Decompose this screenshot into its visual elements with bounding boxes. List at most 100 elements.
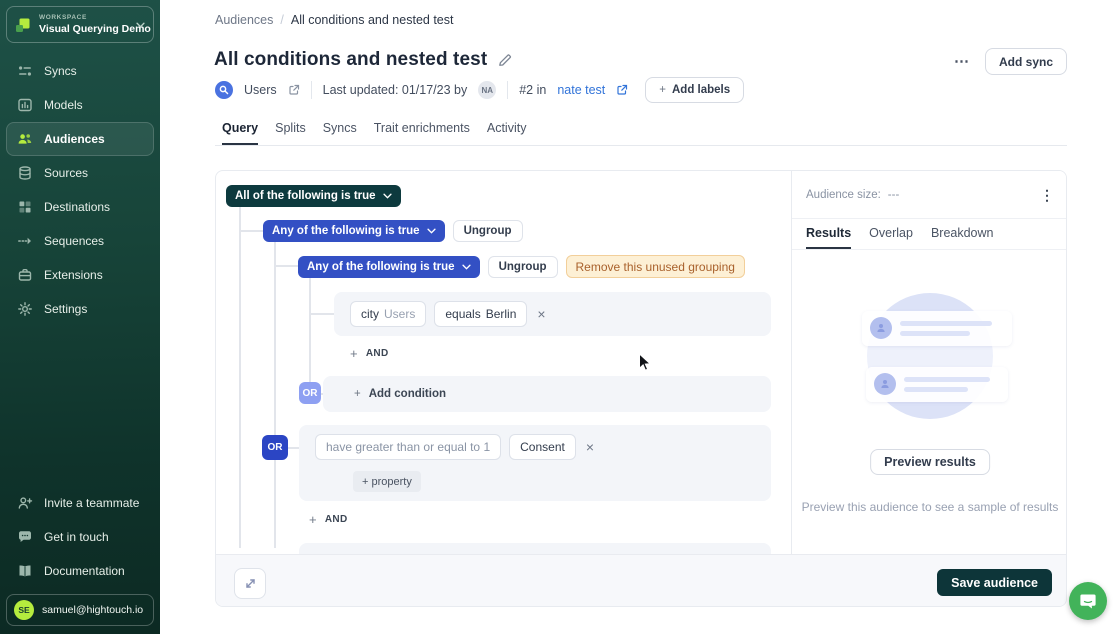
extensions-icon [16,267,33,283]
plus-icon: + [309,512,317,527]
add-property-button[interactable]: + property [353,471,421,492]
avatar: SE [14,600,34,620]
sources-icon [16,165,33,181]
preview-caption: Preview this audience to see a sample of… [792,500,1067,514]
sidebar-item-syncs[interactable]: Syncs [6,54,154,88]
add-sync-button[interactable]: Add sync [985,48,1067,75]
documentation-button[interactable]: Documentation [6,554,154,588]
workspace-label: WORKSPACE [39,14,128,21]
plus-icon: + [659,84,666,96]
chat-bubble-icon [1079,592,1097,610]
tree-line [287,447,299,449]
footer-item-label: Documentation [44,564,125,578]
models-icon [16,97,33,113]
footer-item-label: Get in touch [44,530,109,544]
tab-results[interactable]: Results [806,219,851,249]
group-operator-dropdown[interactable]: Any of the following is true [263,220,445,242]
sidebar-item-sources[interactable]: Sources [6,156,154,190]
get-in-touch-button[interactable]: Get in touch [6,520,154,554]
breadcrumb-audiences-link[interactable]: Audiences [215,13,273,27]
tree-line [274,265,298,267]
builder-footer-bar: Save audience [216,554,1066,607]
audience-size-value: --- [888,189,900,201]
nested-group-operator-dropdown[interactable]: Any of the following is true [298,256,480,278]
add-condition-panel[interactable]: + Add condition [323,376,771,412]
sidebar-footer: Invite a teammate Get in touch Documenta… [0,486,160,588]
tab-query[interactable]: Query [222,121,258,145]
tab-activity[interactable]: Activity [487,121,527,145]
model-name: Users [244,83,277,97]
chat-widget-button[interactable] [1069,582,1107,620]
tree-line [239,206,241,548]
sidebar-item-label: Destinations [44,200,110,214]
sidebar-item-destinations[interactable]: Destinations [6,190,154,224]
sidebar-item-sequences[interactable]: Sequences [6,224,154,258]
sidebar-item-extensions[interactable]: Extensions [6,258,154,292]
add-and-condition-button[interactable]: + AND [309,512,347,527]
condition-operator-placeholder-chip[interactable]: have greater than or equal to 1 [315,434,501,460]
model-query-icon [215,81,233,99]
person-icon [870,317,892,339]
edit-title-icon[interactable] [498,53,512,67]
flow-link[interactable]: nate test [557,83,605,97]
plus-icon: + [350,346,358,361]
condition-field-chip[interactable]: city Users [350,301,426,327]
remove-condition-icon[interactable]: × [584,439,596,455]
audience-meta: Users Last updated: 01/17/23 by NA #2 in… [215,79,744,101]
condition-event-chip[interactable]: Consent [509,434,576,460]
workspace-switcher[interactable]: WORKSPACE Visual Querying Demo [6,6,154,43]
audience-size-label: Audience size: [806,189,881,201]
external-link-icon[interactable] [288,84,300,96]
preview-results-button[interactable]: Preview results [870,449,990,475]
illustration-row [862,311,1012,346]
sidebar-item-audiences[interactable]: Audiences [6,122,154,156]
chevron-down-icon [462,264,471,270]
condition-panel: city Users equals Berlin × [334,292,771,336]
panel-options-button[interactable]: ⋮ [1040,188,1054,202]
illustration-band [866,346,1008,368]
person-plus-icon [16,495,33,511]
sidebar-item-label: Settings [44,302,87,316]
chat-icon [16,529,33,545]
person-icon [874,373,896,395]
remove-unused-grouping-button[interactable]: Remove this unused grouping [566,255,745,278]
add-and-condition-button[interactable]: + AND [350,346,388,361]
results-tabs: Results Overlap Breakdown [792,219,1067,250]
sidebar-item-label: Sequences [44,234,104,248]
gear-icon [16,301,33,317]
add-labels-button[interactable]: + Add labels [645,77,744,103]
ungroup-button[interactable]: Ungroup [488,256,558,278]
hightouch-logo-icon [15,17,31,33]
root-operator-dropdown[interactable]: All of the following is true [226,185,401,207]
sidebar-item-models[interactable]: Models [6,88,154,122]
or-badge[interactable]: OR [299,382,321,404]
external-link-icon[interactable] [616,84,628,96]
condition-operator-chip[interactable]: equals Berlin [434,301,527,327]
expand-editor-button[interactable] [234,568,266,599]
footer-item-label: Invite a teammate [44,496,139,510]
results-panel: Audience size: --- ⋮ Results Overlap Bre… [791,171,1067,554]
chevron-down-icon [383,193,392,199]
flow-position-text: #2 in [519,83,546,97]
more-options-button[interactable]: ⋯ [954,54,970,69]
tree-line [274,242,276,548]
tab-syncs[interactable]: Syncs [323,121,357,145]
tab-breakdown[interactable]: Breakdown [931,219,994,249]
account-menu[interactable]: SE samuel@hightouch.io [6,594,154,626]
sidebar-item-settings[interactable]: Settings [6,292,154,326]
tab-splits[interactable]: Splits [275,121,306,145]
expand-icon [244,577,257,590]
updated-by-avatar: NA [478,81,496,99]
account-email: samuel@hightouch.io [42,604,143,616]
invite-teammate-button[interactable]: Invite a teammate [6,486,154,520]
remove-condition-icon[interactable]: × [535,306,547,322]
ungroup-button[interactable]: Ungroup [453,220,523,242]
save-audience-button[interactable]: Save audience [937,569,1052,596]
book-icon [16,563,33,579]
tree-line [309,313,334,315]
or-badge[interactable]: OR [262,435,288,460]
tab-overlap[interactable]: Overlap [869,219,913,249]
breadcrumb-current: All conditions and nested test [291,13,454,27]
sequences-icon [16,233,33,249]
tab-trait-enrichments[interactable]: Trait enrichments [374,121,470,145]
